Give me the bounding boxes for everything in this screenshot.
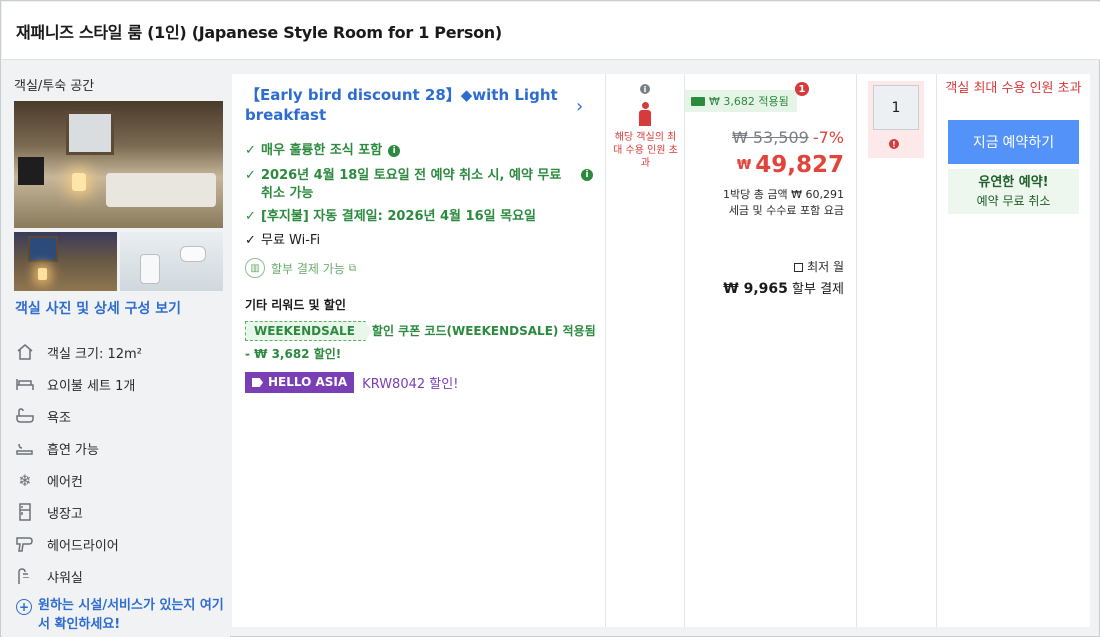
smoking-icon (14, 438, 36, 458)
amenity-hairdryer: 헤어드라이어 (14, 534, 119, 554)
external-link-icon (794, 263, 804, 272)
hairdryer-icon (14, 534, 36, 554)
bathtub-icon (14, 406, 36, 426)
price-column: ₩ 3,682 적용됨 1 ₩ 53,509 -7% ₩49,827 1박당 총 … (685, 74, 857, 627)
amenity-shower: 샤워실 (14, 566, 83, 586)
room-header: 재패니즈 스타일 룸 (1인) (Japanese Style Room for… (2, 2, 1100, 60)
deal-title-link[interactable]: 【Early bird discount 28】◆with Light brea… (245, 85, 565, 125)
snowflake-icon: ❄ (18, 470, 32, 490)
monthly-min-amount: ₩ 9,965 할부 결제 (723, 281, 844, 297)
quantity-selector: 1 ! (868, 81, 924, 158)
coupon-amount: - ₩ 3,682 할인! (245, 347, 342, 361)
see-room-photos-link[interactable]: 객실 사진 및 상세 구성 보기 (15, 298, 181, 318)
amenity-fridge: 냉장고 (14, 502, 83, 522)
promo-text: KRW8042 할인! (362, 377, 459, 392)
quantity-select[interactable]: 1 (873, 85, 919, 130)
occupancy-warning: 해당 객실의 최대 수용 인원 초과 (613, 132, 678, 169)
chevron-right-icon[interactable]: › (576, 96, 583, 117)
person-icon (639, 102, 651, 126)
amenity-bed: 요이불 세트 1개 (14, 374, 135, 394)
alert-badge: 1 (795, 82, 809, 96)
room-photo-thumb-1[interactable] (14, 232, 117, 291)
final-price: ₩49,827 (736, 152, 844, 178)
check-icon: ✓ (245, 143, 256, 158)
feature-wifi: ✓ 무료 Wi-Fi (245, 233, 321, 248)
installment-link[interactable]: ▥ 할부 결제 가능 ⧉ (245, 258, 356, 278)
original-price: ₩ 53,509 -7% (731, 128, 844, 147)
room-info-column: 객실/투숙 공간 객실 사진 및 상세 구성 보기 객실 크기: 12m² 요이… (2, 61, 230, 637)
feature-free-cancel: ✓ 2026년 4월 18일 토요일 전 예약 취소 시, 예약 무료 취소 가… (245, 167, 593, 203)
amenity-smoking: 흡연 가능 (14, 438, 99, 458)
shower-icon (14, 566, 36, 586)
room-photo-main[interactable] (14, 101, 223, 228)
fridge-icon (14, 502, 36, 522)
deal-details: 【Early bird discount 28】◆with Light brea… (232, 74, 606, 627)
plus-circle-icon: + (16, 599, 32, 615)
coupon-code-tag: WEEKENDSALE (245, 321, 372, 341)
external-link-icon: ⧉ (348, 262, 357, 274)
room-title: 재패니즈 스타일 룸 (1인) (Japanese Style Room for… (16, 22, 502, 42)
amenity-bathtub: 욕조 (14, 406, 71, 426)
coupon-applied: WEEKENDSALE 할인 쿠폰 코드(WEEKENDSALE) 적용됨 - ₩… (245, 320, 597, 366)
info-icon[interactable]: i (388, 145, 401, 157)
check-icon: ✓ (245, 168, 256, 183)
error-icon: ! (889, 139, 899, 149)
more-facilities-link[interactable]: + 원하는 시설/서비스가 있는지 여기서 확인하세요! (16, 596, 226, 634)
promo-row: HELLO ASIA KRW8042 할인! (245, 372, 458, 393)
booking-column: 객실 최대 수용 인원 초과 지금 예약하기 유연한 예약! 예약 무료 취소 (937, 74, 1090, 627)
room-caption: 객실/투숙 공간 (14, 79, 95, 94)
area-icon (14, 342, 36, 362)
info-icon[interactable]: i (640, 84, 650, 94)
amenity-area: 객실 크기: 12m² (14, 342, 142, 362)
installment-icon: ▥ (245, 258, 265, 278)
occupancy-column: i 해당 객실의 최대 수용 인원 초과 (606, 74, 685, 627)
max-capacity-warning: 객실 최대 수용 인원 초과 (945, 81, 1082, 96)
promo-badge: HELLO ASIA (245, 372, 355, 393)
deal-panel: 【Early bird discount 28】◆with Light brea… (232, 74, 1090, 627)
quantity-column: 1 ! (857, 74, 937, 627)
info-icon[interactable]: i (581, 169, 593, 181)
other-rewards-heading: 기타 리워드 및 할인 (245, 298, 346, 312)
feature-pay-later: ✓ [후지불] 자동 결제일: 2026년 4월 16일 목요일 (245, 209, 536, 224)
bed-icon (14, 374, 36, 394)
coupon-saved-badge: ₩ 3,682 적용됨 (685, 90, 797, 112)
check-icon: ✓ (245, 209, 256, 224)
room-card: 재패니즈 스타일 룸 (1인) (Japanese Style Room for… (0, 0, 1100, 637)
feature-breakfast: ✓ 매우 훌륭한 조식 포함 i (245, 142, 593, 160)
price-total: 1박당 총 금액 ₩ 60,291 세금 및 수수료 포함 요금 (723, 188, 844, 217)
amenity-aircon: ❄ 에어컨 (14, 470, 83, 490)
tag-icon (252, 378, 263, 387)
flexible-booking-box: 유연한 예약! 예약 무료 취소 (948, 169, 1079, 214)
check-icon: ✓ (245, 233, 256, 248)
ticket-icon (691, 96, 705, 106)
room-photo-thumb-2[interactable] (120, 232, 223, 291)
book-now-button[interactable]: 지금 예약하기 (948, 120, 1079, 164)
monthly-min-label: 최저 월 (794, 258, 844, 275)
